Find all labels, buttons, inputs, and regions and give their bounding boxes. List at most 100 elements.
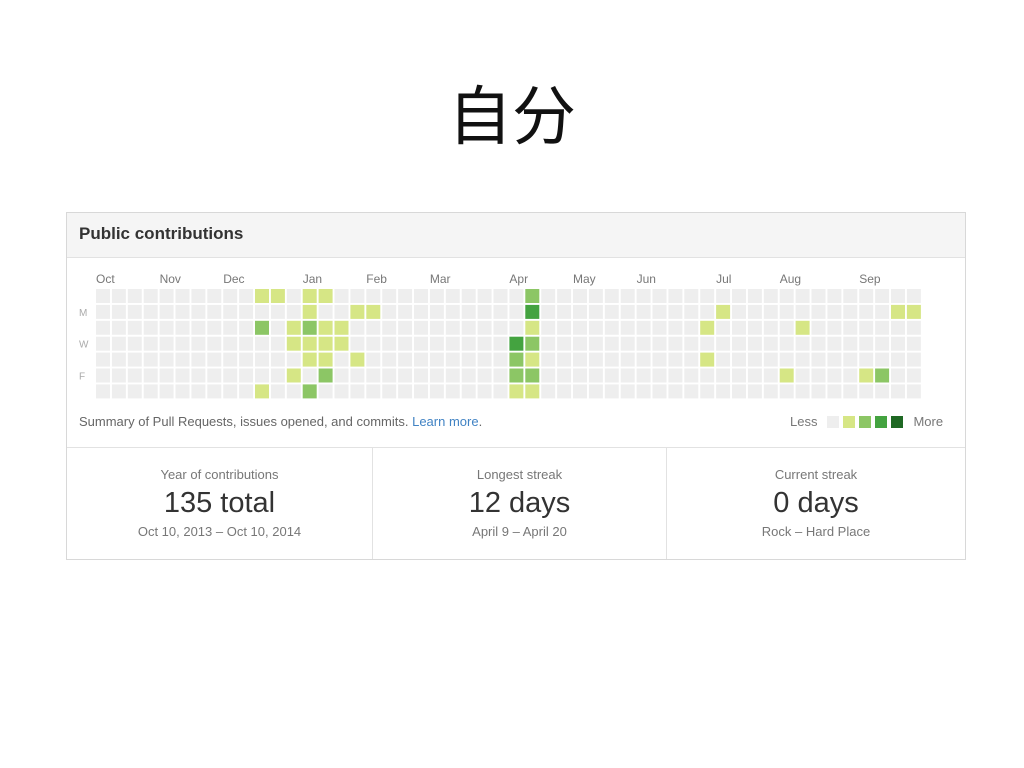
day-cell[interactable]: [509, 289, 524, 303]
day-cell[interactable]: [366, 336, 381, 351]
day-cell[interactable]: [620, 384, 635, 399]
day-cell[interactable]: [461, 368, 476, 383]
day-cell[interactable]: [668, 368, 683, 383]
day-cell[interactable]: [270, 336, 285, 351]
day-cell[interactable]: [716, 384, 731, 399]
day-cell[interactable]: [223, 368, 238, 383]
day-cell[interactable]: [493, 304, 508, 319]
day-cell[interactable]: [414, 352, 428, 367]
day-cell[interactable]: [827, 368, 842, 383]
day-cell[interactable]: [191, 304, 206, 319]
day-cell[interactable]: [477, 289, 492, 303]
day-cell[interactable]: [906, 304, 921, 319]
day-cell[interactable]: [461, 336, 476, 351]
day-cell[interactable]: [795, 304, 810, 319]
day-cell[interactable]: [732, 368, 746, 383]
day-cell[interactable]: [445, 352, 460, 367]
day-cell[interactable]: [811, 289, 826, 303]
day-cell[interactable]: [573, 336, 587, 351]
day-cell[interactable]: [398, 368, 413, 383]
day-cell[interactable]: [779, 368, 794, 383]
day-cell[interactable]: [509, 336, 524, 351]
day-cell[interactable]: [604, 320, 619, 335]
day-cell[interactable]: [96, 320, 110, 335]
day-cell[interactable]: [763, 384, 778, 399]
day-cell[interactable]: [875, 320, 890, 335]
day-cell[interactable]: [557, 289, 572, 303]
day-cell[interactable]: [398, 304, 413, 319]
day-cell[interactable]: [429, 368, 444, 383]
learn-more-link[interactable]: Learn more: [412, 414, 478, 429]
day-cell[interactable]: [859, 384, 874, 399]
day-cell[interactable]: [239, 304, 254, 319]
day-cell[interactable]: [445, 368, 460, 383]
day-cell[interactable]: [223, 304, 238, 319]
day-cell[interactable]: [541, 289, 556, 303]
day-cell[interactable]: [827, 384, 842, 399]
day-cell[interactable]: [96, 368, 110, 383]
day-cell[interactable]: [716, 289, 731, 303]
day-cell[interactable]: [906, 368, 921, 383]
day-cell[interactable]: [302, 320, 317, 335]
day-cell[interactable]: [382, 352, 397, 367]
day-cell[interactable]: [588, 352, 603, 367]
day-cell[interactable]: [652, 368, 667, 383]
day-cell[interactable]: [286, 336, 301, 351]
day-cell[interactable]: [461, 304, 476, 319]
day-cell[interactable]: [827, 304, 842, 319]
day-cell[interactable]: [334, 384, 349, 399]
day-cell[interactable]: [811, 304, 826, 319]
day-cell[interactable]: [668, 304, 683, 319]
day-cell[interactable]: [891, 336, 905, 351]
day-cell[interactable]: [350, 304, 365, 319]
day-cell[interactable]: [127, 304, 142, 319]
day-cell[interactable]: [429, 384, 444, 399]
day-cell[interactable]: [239, 320, 254, 335]
day-cell[interactable]: [398, 384, 413, 399]
day-cell[interactable]: [732, 304, 746, 319]
day-cell[interactable]: [891, 352, 905, 367]
day-cell[interactable]: [541, 368, 556, 383]
day-cell[interactable]: [270, 289, 285, 303]
day-cell[interactable]: [525, 384, 540, 399]
day-cell[interactable]: [509, 320, 524, 335]
day-cell[interactable]: [763, 352, 778, 367]
day-cell[interactable]: [716, 304, 731, 319]
day-cell[interactable]: [779, 384, 794, 399]
day-cell[interactable]: [588, 320, 603, 335]
day-cell[interactable]: [557, 336, 572, 351]
day-cell[interactable]: [111, 304, 126, 319]
day-cell[interactable]: [493, 384, 508, 399]
day-cell[interactable]: [96, 304, 110, 319]
day-cell[interactable]: [604, 352, 619, 367]
day-cell[interactable]: [366, 320, 381, 335]
day-cell[interactable]: [493, 289, 508, 303]
day-cell[interactable]: [716, 368, 731, 383]
day-cell[interactable]: [779, 336, 794, 351]
day-cell[interactable]: [891, 320, 905, 335]
day-cell[interactable]: [477, 368, 492, 383]
day-cell[interactable]: [509, 352, 524, 367]
day-cell[interactable]: [747, 320, 762, 335]
day-cell[interactable]: [732, 336, 746, 351]
day-cell[interactable]: [191, 336, 206, 351]
day-cell[interactable]: [636, 320, 651, 335]
day-cell[interactable]: [779, 320, 794, 335]
day-cell[interactable]: [382, 336, 397, 351]
day-cell[interactable]: [747, 368, 762, 383]
day-cell[interactable]: [143, 320, 158, 335]
day-cell[interactable]: [573, 289, 587, 303]
day-cell[interactable]: [906, 352, 921, 367]
day-cell[interactable]: [747, 304, 762, 319]
day-cell[interactable]: [382, 289, 397, 303]
day-cell[interactable]: [334, 336, 349, 351]
day-cell[interactable]: [461, 320, 476, 335]
day-cell[interactable]: [875, 336, 890, 351]
day-cell[interactable]: [191, 368, 206, 383]
day-cell[interactable]: [541, 384, 556, 399]
day-cell[interactable]: [747, 336, 762, 351]
day-cell[interactable]: [175, 352, 190, 367]
day-cell[interactable]: [859, 304, 874, 319]
day-cell[interactable]: [398, 289, 413, 303]
day-cell[interactable]: [795, 336, 810, 351]
